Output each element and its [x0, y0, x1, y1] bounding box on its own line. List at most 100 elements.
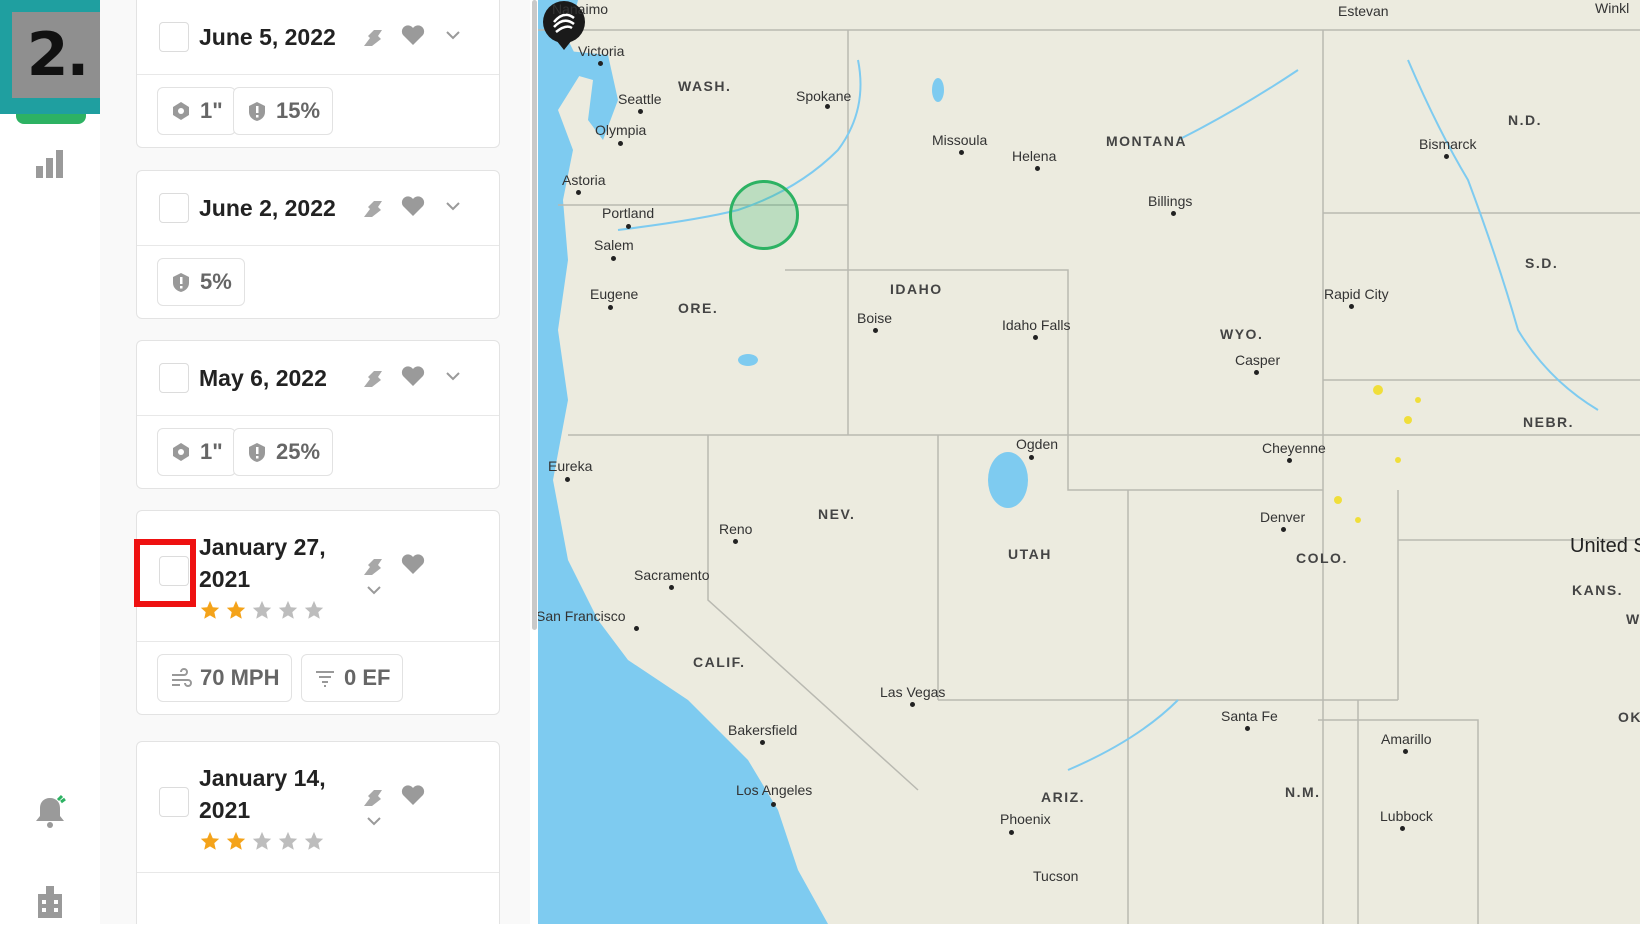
city-label: Olympia [595, 122, 647, 138]
state-label: W [1626, 611, 1640, 627]
heart-icon[interactable] [400, 22, 426, 48]
great-salt-lake [988, 452, 1028, 508]
city-label: Boise [857, 310, 893, 326]
storm-event-card[interactable]: June 2, 2022 5% [136, 170, 500, 319]
hail-size-icon [173, 443, 189, 461]
event-date-line1: January 27, [199, 534, 326, 560]
storm-icon[interactable] [360, 784, 386, 810]
city-label: Helena [1012, 148, 1057, 164]
probability-icon [249, 443, 265, 462]
city-label: Cheyenne [1262, 440, 1326, 456]
chevron-down-icon[interactable] [440, 22, 466, 48]
building-icon[interactable] [30, 880, 70, 920]
card-header: January 14, 2021 [137, 742, 499, 873]
city-dot [733, 539, 738, 544]
card-details: 1" 25% [137, 416, 499, 488]
wind-icon [172, 668, 192, 687]
city-dot [1287, 458, 1292, 463]
storm-icon[interactable] [360, 195, 386, 221]
probability-icon [173, 273, 189, 292]
heart-icon[interactable] [400, 363, 426, 389]
probability-chip: 15% [233, 87, 334, 135]
lake [738, 354, 758, 366]
state-label: MONTANA [1106, 133, 1188, 149]
step-number: 2. [12, 12, 102, 98]
select-checkbox[interactable] [159, 787, 189, 817]
heart-icon[interactable] [400, 193, 426, 219]
storm-icon[interactable] [360, 24, 386, 50]
star-empty-icon [252, 600, 272, 619]
chevron-down-icon[interactable] [440, 193, 466, 219]
rivers [617, 59, 1599, 771]
storm-event-card[interactable]: May 6, 2022 1" 25% [136, 340, 500, 489]
storm-history-list: June 5, 2022 1" 15% June 2, 2022 5% May … [100, 0, 530, 924]
select-checkbox[interactable] [159, 363, 189, 393]
map-view[interactable]: WASH. MONTANA N.D. S.D. IDAHO ORE. WYO. … [538, 0, 1640, 924]
city-dot [1349, 304, 1354, 309]
city-label: San Francisco [538, 608, 626, 624]
city-dot [1029, 455, 1034, 460]
state-label: COLO. [1296, 550, 1348, 566]
select-checkbox[interactable] [159, 22, 189, 52]
tornado-scale-chip: 0 EF [301, 654, 404, 702]
chevron-down-icon[interactable] [361, 808, 387, 834]
select-checkbox[interactable] [159, 193, 189, 223]
country-label: United S [1570, 535, 1640, 557]
city-label: Billings [1148, 193, 1193, 209]
heart-icon[interactable] [400, 782, 426, 808]
city-dot [771, 802, 776, 807]
city-label: Salem [594, 237, 634, 253]
card-details: 70 MPH 0 EF [137, 642, 499, 714]
event-date-line2: 2021 [199, 566, 251, 592]
city-dot [565, 477, 570, 482]
state-label: S.D. [1525, 255, 1559, 271]
city-dot [1035, 166, 1040, 171]
state-label: ORE. [678, 300, 719, 316]
chip-value: 0 EF [344, 665, 391, 690]
storm-event-card[interactable]: January 14, 2021 [136, 741, 500, 924]
city-label: Missoula [932, 132, 988, 148]
city-label: Astoria [562, 172, 606, 188]
city-dot [873, 328, 878, 333]
probability-icon [249, 102, 265, 121]
card-details: 1" 15% [137, 75, 499, 147]
city-dot [1444, 154, 1449, 159]
city-label: Las Vegas [880, 684, 946, 700]
storm-icon[interactable] [360, 553, 386, 579]
city-dot [611, 256, 616, 261]
chevron-down-icon[interactable] [440, 363, 466, 389]
city-dot [1171, 211, 1176, 216]
state-label: NEV. [818, 506, 856, 522]
city-label: Bakersfield [728, 722, 798, 738]
highlight-box [134, 539, 196, 607]
chip-value: 70 MPH [200, 665, 280, 690]
radar-patches [1334, 385, 1421, 523]
heart-icon[interactable] [400, 551, 426, 577]
city-label: Seattle [618, 91, 662, 107]
chevron-down-icon[interactable] [361, 577, 387, 603]
chart-icon[interactable] [30, 144, 70, 184]
rating-stars [199, 830, 325, 852]
city-dot [1033, 335, 1038, 340]
probability-chip: 5% [157, 258, 245, 306]
lake [932, 78, 944, 102]
state-label: KANS. [1572, 582, 1624, 598]
wind-speed-chip: 70 MPH [157, 654, 293, 702]
storm-icon[interactable] [360, 365, 386, 391]
star-empty-icon [278, 600, 298, 619]
state-label: ARIZ. [1041, 789, 1086, 805]
city-label: Ogden [1016, 436, 1059, 452]
star-filled-icon [200, 600, 220, 619]
card-header: June 5, 2022 [137, 0, 499, 75]
list-scrollbar[interactable] [532, 0, 537, 630]
storm-event-card[interactable]: June 5, 2022 1" 15% [136, 0, 500, 148]
city-dot [634, 626, 639, 631]
event-date-line1: January 14, [199, 765, 326, 791]
city-dot [626, 224, 631, 229]
probability-chip: 25% [233, 428, 334, 476]
hail-size-chip: 1" [157, 87, 236, 135]
chip-value: 25% [276, 439, 321, 464]
city-dot [608, 305, 613, 310]
bell-icon[interactable] [30, 792, 70, 832]
city-dot [825, 104, 830, 109]
